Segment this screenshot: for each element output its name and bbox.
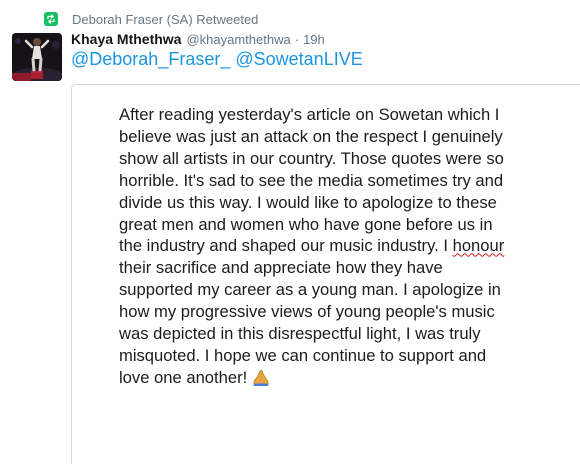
image-text: After reading yesterday's article on Sow… [119,104,549,392]
image-text-part: After reading yesterday's article on Sow… [119,105,504,256]
retweet-context: Deborah Fraser (SA) Retweeted [44,9,258,29]
retweet-icon [44,12,58,26]
user-handle[interactable]: @khayamthethwa [186,32,290,47]
retweet-label[interactable]: Deborah Fraser (SA) Retweeted [72,12,258,27]
tweet-header: Khaya Mthethwa @khayamthethwa · 19h [71,31,325,49]
tweet-card[interactable]: Deborah Fraser (SA) Retweeted Khaya Mthe… [0,0,580,464]
tweet-text: @Deborah_Fraser_ @SowetanLIVE [71,49,363,70]
folded-hands-icon [251,368,271,392]
avatar[interactable] [12,33,62,81]
image-text-part: their sacrifice and appreciate how they … [119,258,501,387]
mention-link[interactable]: @SowetanLIVE [235,49,362,69]
display-name[interactable]: Khaya Mthethwa [71,31,181,47]
mention-link[interactable]: @Deborah_Fraser_ [71,49,230,69]
user-photo-avatar [12,33,62,81]
separator-dot: · [294,32,300,47]
media-image[interactable]: After reading yesterday's article on Sow… [71,84,580,464]
spellcheck-word: honour [452,236,505,256]
tweet-timestamp[interactable]: 19h [303,32,325,47]
